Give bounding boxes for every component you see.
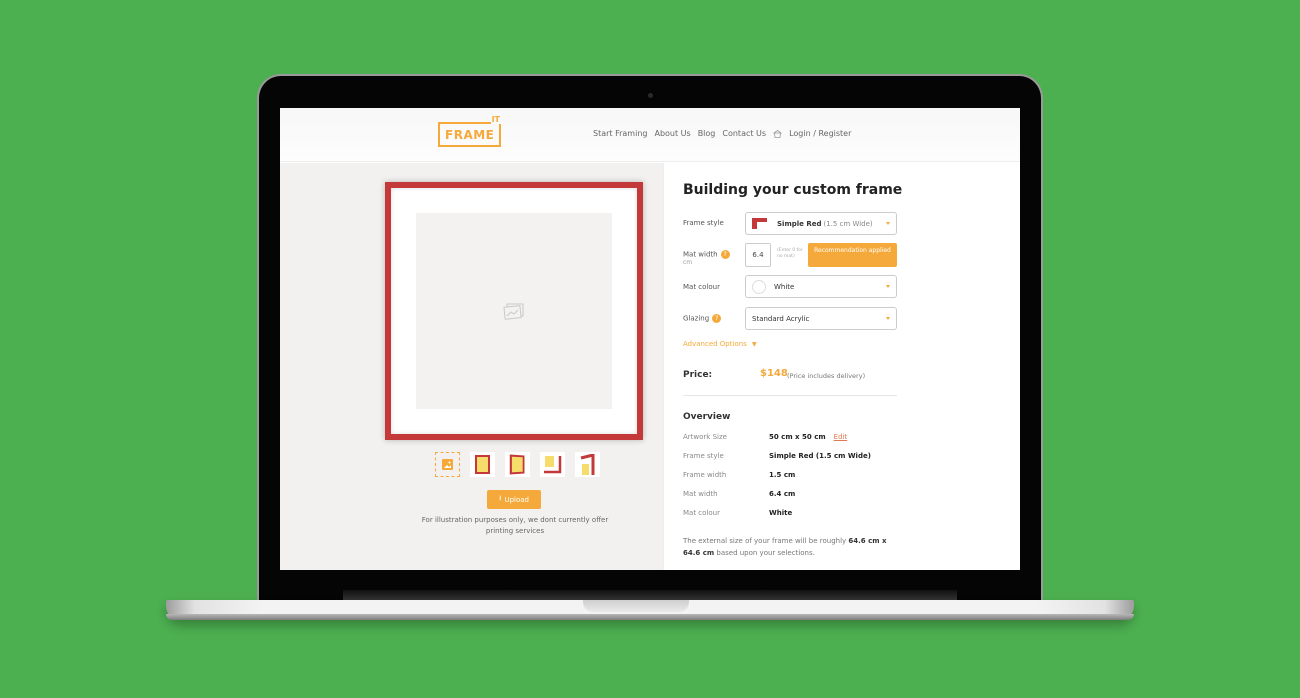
nav-contact-us[interactable]: Contact Us (722, 129, 766, 138)
view-thumbnails (435, 452, 600, 477)
cart-icon[interactable] (772, 129, 783, 138)
overview-value: Simple Red (1.5 cm Wide) (769, 452, 871, 460)
browser-screen: FRAME IT Start Framing About Us Blog Con… (280, 108, 1020, 570)
chevron-down-icon (886, 317, 890, 320)
corner-detail-thumbnail[interactable] (540, 452, 565, 477)
frame-profile-icon (580, 453, 594, 475)
main-nav: Start Framing About Us Blog Contact Us L… (593, 129, 851, 138)
mat-width-label: Mat width? cm (683, 250, 730, 266)
upload-icon: ⭳ (499, 494, 502, 502)
page-title: Building your custom frame (683, 182, 903, 198)
artwork-size-value: 50 cm x 50 cm (769, 433, 826, 441)
help-icon[interactable]: ? (720, 250, 730, 259)
nav-start-framing[interactable]: Start Framing (593, 129, 647, 138)
disclaimer-text: For illustration purposes only, we dont … (421, 516, 609, 535)
price-value: $148 (760, 368, 788, 379)
chevron-down-icon (886, 285, 890, 288)
footnote-post: based upon your selections. (714, 549, 815, 557)
glazing-label: Glazing? (683, 314, 722, 323)
logo-superscript: IT (490, 115, 501, 124)
overview-key: Artwork Size (683, 433, 727, 441)
mat-width-label-text: Mat width (683, 250, 718, 259)
frame-preview (385, 182, 643, 440)
caret-down-icon: ▼ (752, 341, 757, 348)
help-icon[interactable]: ? (712, 314, 722, 323)
frame-miniature (509, 454, 525, 475)
logo[interactable]: FRAME IT (438, 115, 501, 147)
frame-miniature (475, 455, 490, 474)
upload-label: Upload (504, 495, 529, 504)
mat-width-unit: cm (683, 259, 693, 266)
edit-artwork-size-link[interactable]: Edit (834, 433, 848, 441)
image-icon (442, 459, 453, 470)
overview-key: Frame style (683, 452, 724, 460)
laptop-notch (583, 600, 689, 612)
chevron-down-icon (886, 222, 890, 225)
price-label: Price: (683, 370, 713, 380)
frame-style-select[interactable]: Simple Red (1.5 cm Wide) (745, 212, 897, 235)
overview-key: Mat width (683, 490, 718, 498)
webcam (648, 93, 653, 98)
logo-text: FRAME (445, 128, 495, 142)
advanced-options-toggle[interactable]: Advanced Options ▼ (683, 340, 757, 348)
frame-style-label: Frame style (683, 219, 724, 227)
overview-key: Frame width (683, 471, 727, 479)
external-size-note: The external size of your frame will be … (683, 535, 899, 559)
divider (683, 395, 897, 396)
nav-about-us[interactable]: About Us (654, 129, 690, 138)
artwork-area[interactable] (416, 213, 612, 409)
nav-blog[interactable]: Blog (698, 129, 716, 138)
glazing-select[interactable]: Standard Acrylic (745, 307, 897, 330)
upload-image-thumbnail[interactable] (435, 452, 460, 477)
mat-colour-value: White (774, 282, 795, 291)
frame-builder-panel: Building your custom frame Frame style S… (663, 163, 1020, 570)
mat-colour-label: Mat colour (683, 283, 720, 291)
frame-style-value: Simple Red (777, 219, 822, 228)
overview-key: Mat colour (683, 509, 720, 517)
site-header: FRAME IT Start Framing About Us Blog Con… (280, 108, 1020, 162)
mat-colour-swatch (752, 279, 766, 294)
overview-value: 50 cm x 50 cm Edit (769, 433, 847, 441)
overview-value: 6.4 cm (769, 490, 796, 498)
upload-button[interactable]: ⭳ Upload (487, 490, 541, 509)
nav-login-register[interactable]: Login / Register (789, 129, 851, 138)
advanced-options-label: Advanced Options (683, 340, 747, 348)
frame-style-detail: (1.5 cm Wide) (823, 219, 873, 228)
frame-swatch-icon (752, 218, 767, 229)
price-note: (Price includes delivery) (787, 372, 866, 380)
overview-title: Overview (683, 412, 731, 422)
overview-value: White (769, 509, 793, 517)
recommendation-applied-button[interactable]: Recommendation applied (808, 243, 897, 267)
angled-view-thumbnail[interactable] (505, 452, 530, 477)
front-view-thumbnail[interactable] (470, 452, 495, 477)
frame-corner-icon (543, 455, 561, 473)
mat-width-input[interactable]: 6.4 (745, 243, 771, 267)
side-profile-thumbnail[interactable] (575, 452, 600, 477)
glazing-value: Standard Acrylic (752, 314, 810, 323)
glazing-label-text: Glazing (683, 314, 710, 323)
footnote-pre: The external size of your frame will be … (683, 537, 849, 545)
frame-preview-panel: ⭳ Upload For illustration purposes only,… (280, 163, 663, 570)
image-placeholder-icon (503, 303, 524, 320)
mat-colour-select[interactable]: White (745, 275, 897, 298)
mat-width-hint: (Enter 0 for no mat) (777, 248, 803, 259)
overview-value: 1.5 cm (769, 471, 796, 479)
